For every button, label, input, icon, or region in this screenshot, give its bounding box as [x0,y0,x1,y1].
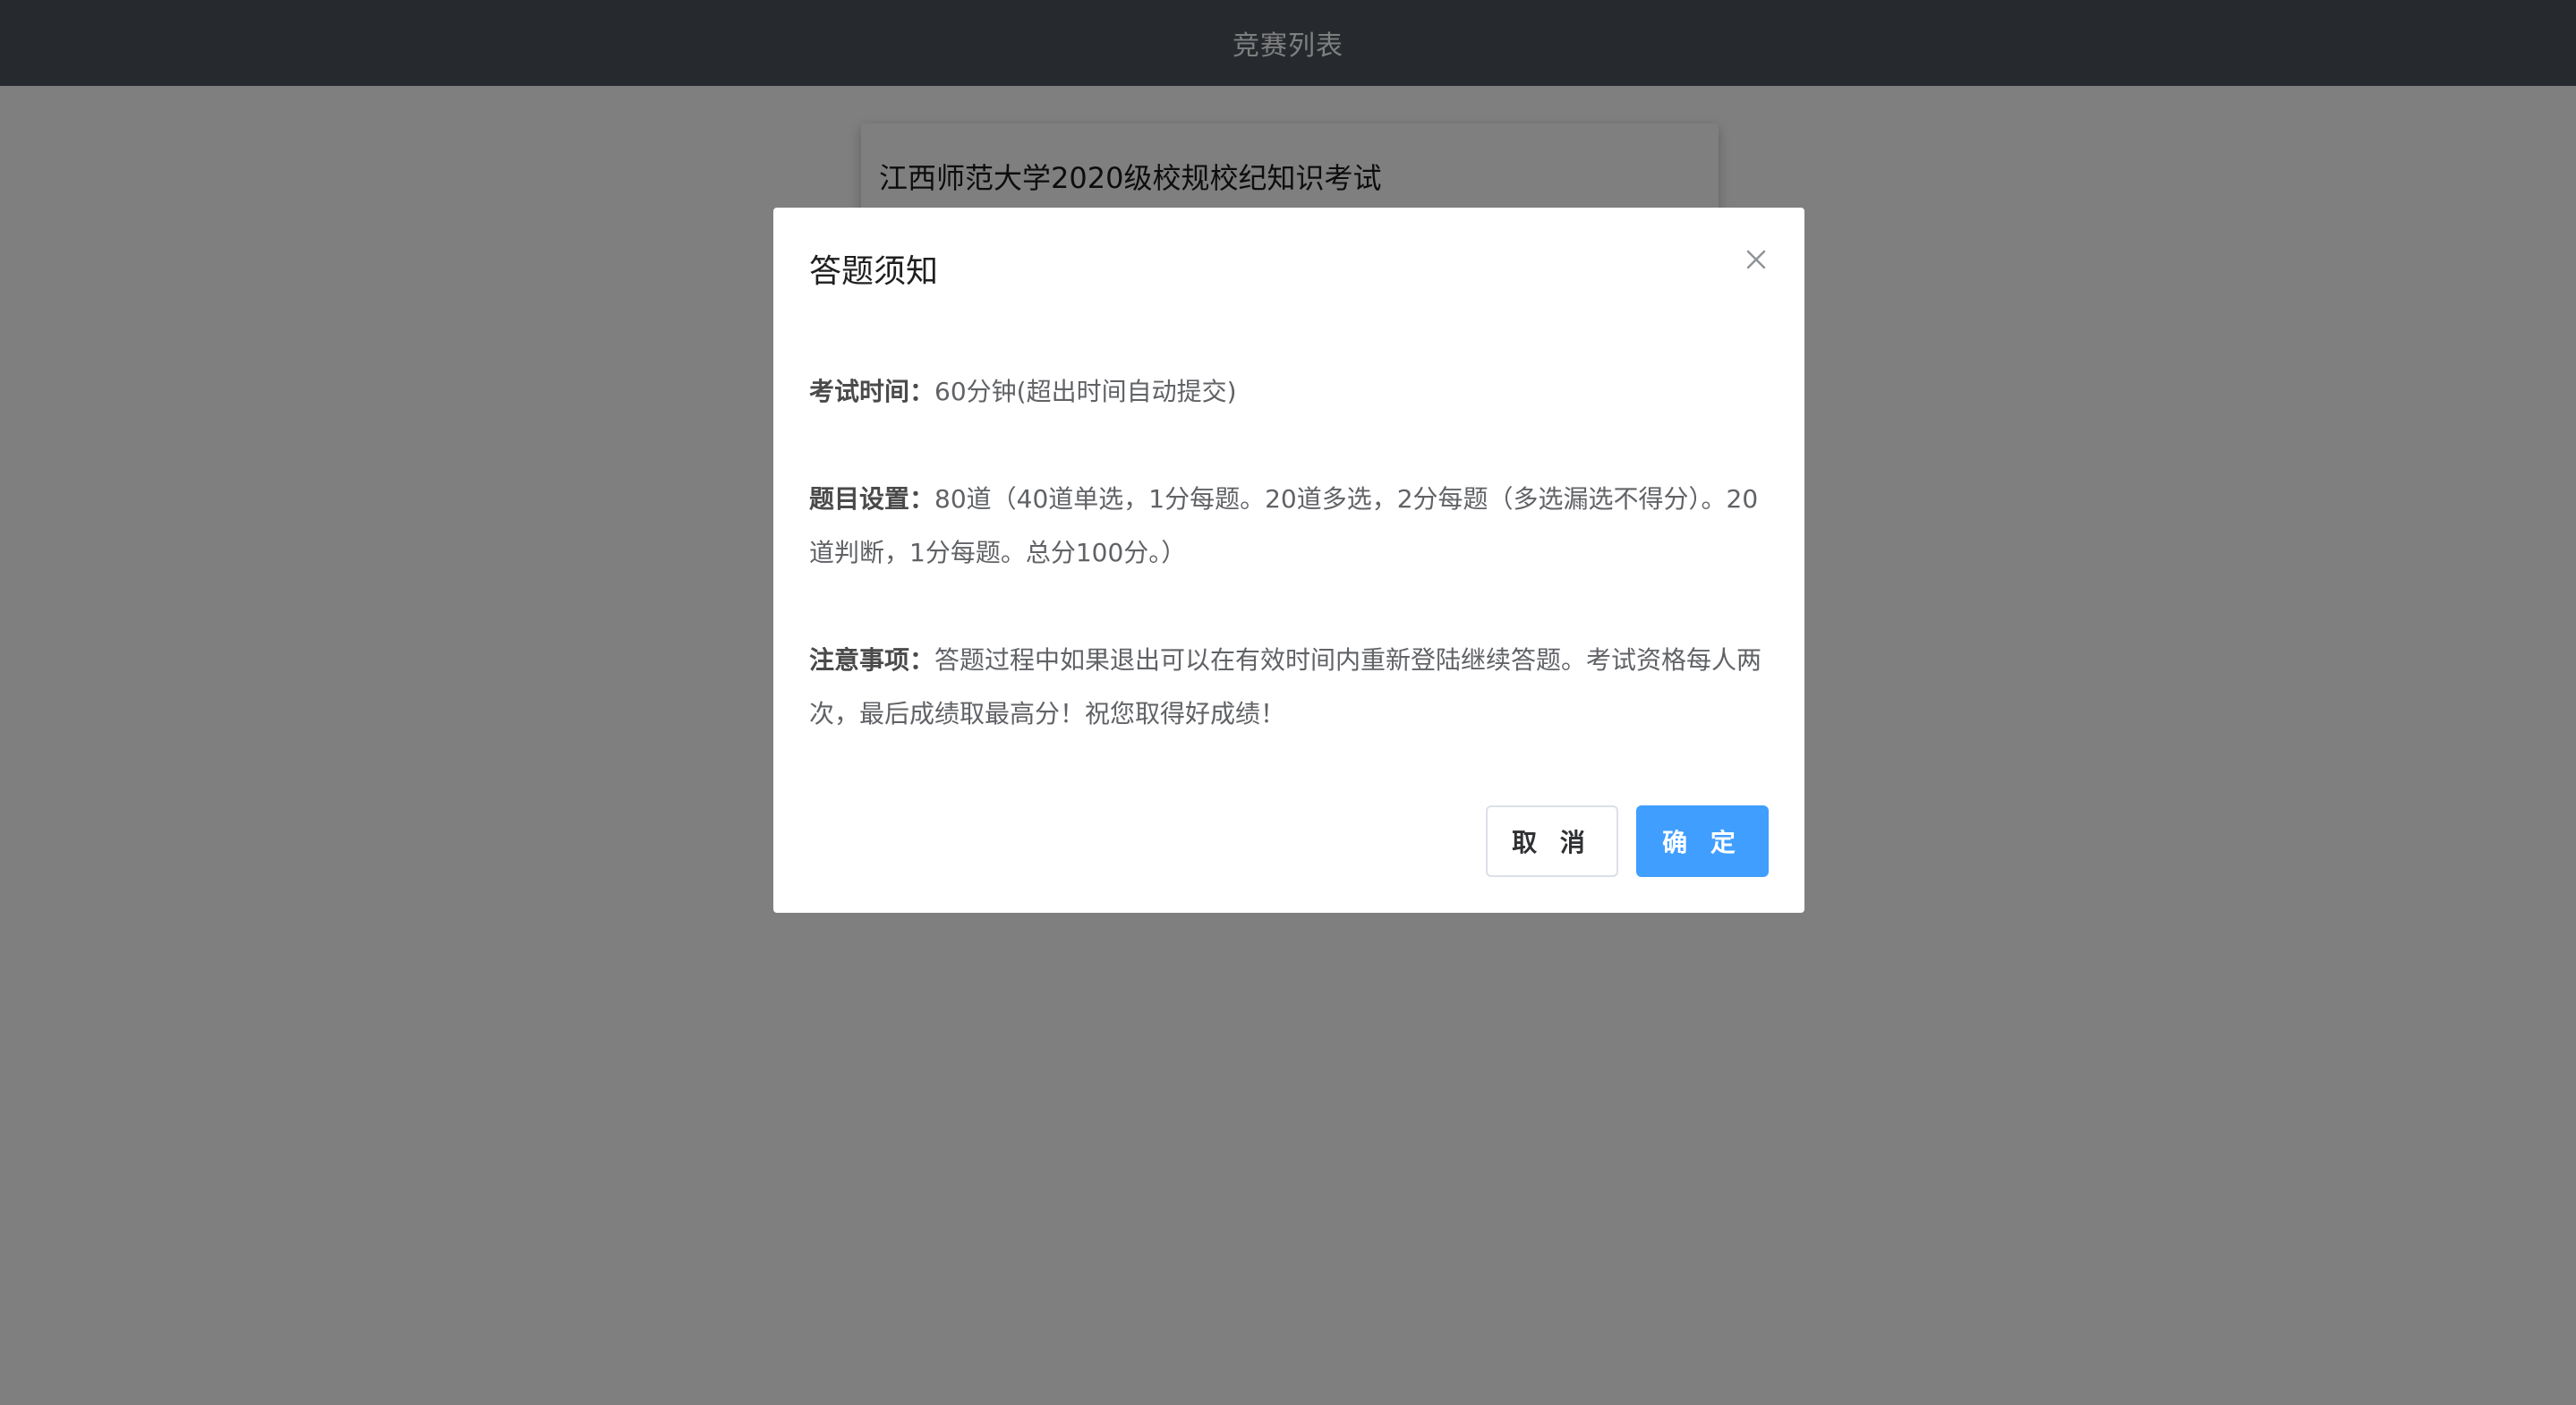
question-setup-text: 80道（40道单选，1分每题。20道多选，2分每题（多选漏选不得分）。20道判断… [809,484,1759,567]
page: 竞赛列表 江西师范大学2020级校规校纪知识考试 答题须知 考试时间：60分钟(… [0,0,2576,1405]
dialog-title: 答题须知 [809,253,939,290]
dialog-body: 考试时间：60分钟(超出时间自动提交) 题目设置：80道（40道单选，1分每题。… [809,365,1769,795]
question-setup-label: 题目设置： [809,484,935,514]
notes-text: 答题过程中如果退出可以在有效时间内重新登陆继续答题。考试资格每人两次，最后成绩取… [809,645,1762,728]
notes-label: 注意事项： [809,645,935,675]
close-icon[interactable] [1740,243,1772,276]
exam-time-text: 60分钟(超出时间自动提交) [934,377,1237,406]
notes-paragraph: 注意事项：答题过程中如果退出可以在有效时间内重新登陆继续答题。考试资格每人两次，… [809,634,1769,741]
cancel-button[interactable]: 取 消 [1486,805,1618,877]
question-setup-paragraph: 题目设置：80道（40道单选，1分每题。20道多选，2分每题（多选漏选不得分）。… [809,473,1769,580]
exam-time-label: 考试时间： [809,377,935,406]
exam-time-paragraph: 考试时间：60分钟(超出时间自动提交) [809,365,1769,419]
confirm-button[interactable]: 确 定 [1636,805,1769,877]
notice-dialog: 答题须知 考试时间：60分钟(超出时间自动提交) 题目设置：80道（40道单选，… [773,208,1804,913]
